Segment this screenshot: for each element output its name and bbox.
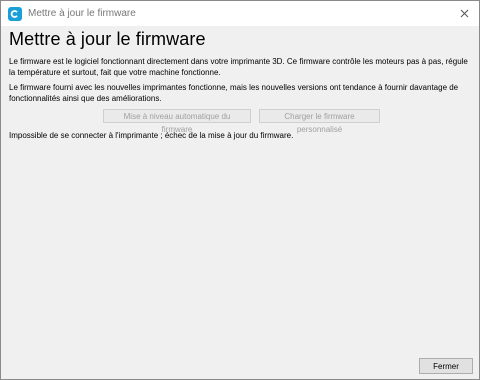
window-close-button[interactable] [449, 1, 479, 26]
firmware-description: Le firmware est le logiciel fonctionnant… [9, 57, 468, 77]
upload-custom-firmware-button[interactable]: Charger le firmware personnalisé [259, 109, 380, 134]
firmware-action-buttons: Mise à niveau automatique du firmware Ch… [103, 109, 380, 134]
title-bar: Mettre à jour le firmware [1, 1, 479, 26]
firmware-update-dialog: Mettre à jour le firmware Mettre à jour … [0, 0, 480, 380]
close-button[interactable]: Fermer [419, 358, 473, 374]
window-title: Mettre à jour le firmware [28, 8, 136, 19]
dialog-content: Mettre à jour le firmware Le firmware es… [1, 26, 479, 379]
firmware-update-info: Le firmware fourni avec les nouvelles im… [9, 83, 459, 103]
close-icon [460, 5, 469, 23]
status-message: Impossible de se connecter à l'imprimant… [9, 131, 294, 140]
page-title: Mettre à jour le firmware [9, 29, 206, 49]
cura-logo-icon [8, 6, 22, 21]
auto-upgrade-firmware-button[interactable]: Mise à niveau automatique du firmware [103, 109, 251, 134]
